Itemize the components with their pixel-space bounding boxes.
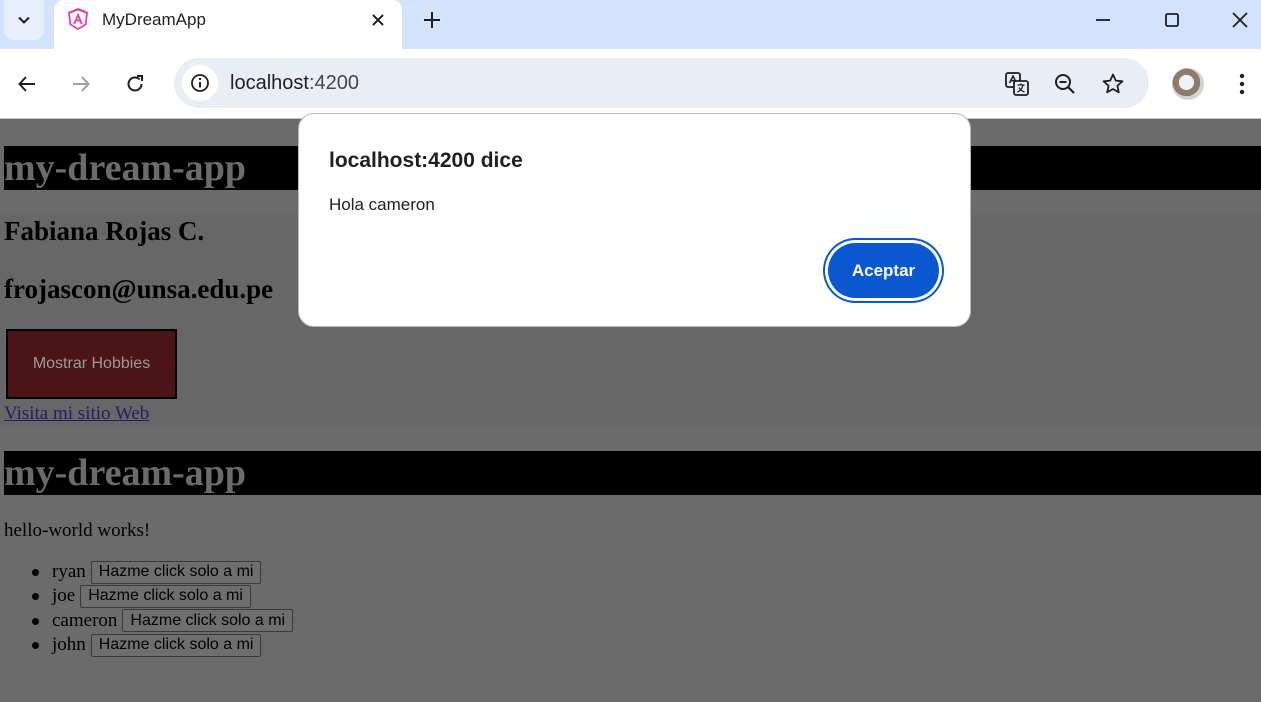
reload-icon [127, 75, 143, 92]
bookmark-button[interactable] [1099, 70, 1127, 98]
url-text: localhost:4200 [230, 72, 359, 94]
new-tab-button[interactable] [418, 6, 446, 34]
browser-menu-button[interactable] [1228, 67, 1256, 101]
accept-button[interactable]: Aceptar [828, 243, 939, 298]
bullet [32, 569, 39, 576]
click-me-button[interactable]: Hazme click solo a mi [122, 609, 294, 633]
translate-button[interactable] [1003, 70, 1031, 98]
name-heading: Fabiana Rojas C. [4, 216, 205, 246]
reload-button[interactable] [118, 67, 152, 101]
angular-logo-icon [68, 8, 88, 30]
item-name: ryan [52, 561, 86, 583]
names-list: ryan Hazme click solo a mi joe Hazme cli… [0, 560, 294, 657]
bullet [32, 617, 39, 625]
show-hobbies-button[interactable]: Mostrar Hobbies [6, 329, 177, 399]
window-close-button[interactable] [1217, 0, 1261, 40]
dialog-title: localhost:4200 dice [329, 149, 523, 172]
more-vertical-icon [1239, 73, 1245, 95]
tab-strip: MyDreamApp [0, 0, 1261, 49]
minimize-icon [1096, 19, 1110, 21]
item-name: joe [52, 585, 76, 607]
tab-title: MyDreamApp [102, 10, 206, 29]
list-item: john Hazme click solo a mi [0, 633, 293, 657]
item-name: john [52, 634, 86, 656]
arrow-right-icon [73, 76, 90, 92]
list-item: cameron Hazme click solo a mi [0, 609, 294, 633]
star-icon [1102, 73, 1124, 94]
plus-icon [424, 12, 440, 28]
email-heading: frojascon@unsa.edu.pe [4, 274, 274, 304]
address-bar[interactable]: localhost:4200 [174, 58, 1149, 108]
site-info-button[interactable] [182, 65, 218, 101]
zoom-button[interactable] [1051, 70, 1079, 98]
website-link[interactable]: Visita mi sitio Web [4, 403, 149, 425]
chevron-down-icon [18, 16, 30, 24]
minimize-button[interactable] [1080, 0, 1126, 40]
translate-icon [1005, 72, 1029, 96]
tab-close-button[interactable] [366, 8, 390, 32]
dialog-message: Hola cameron [329, 195, 435, 214]
hello-world-text: hello-world works! [4, 520, 151, 541]
arrow-left-icon [18, 76, 35, 92]
tab-search-button[interactable] [4, 0, 44, 40]
list-item: joe Hazme click solo a mi [0, 584, 293, 608]
bullet [32, 593, 39, 601]
close-icon [1232, 12, 1248, 28]
profile-avatar[interactable] [1172, 68, 1204, 100]
click-me-button[interactable]: Hazme click solo a mi [90, 633, 262, 657]
zoom-out-icon [1055, 74, 1075, 94]
info-icon [191, 74, 209, 92]
bullet [32, 641, 39, 649]
click-me-button[interactable]: Hazme click solo a mi [90, 560, 262, 584]
click-me-button[interactable]: Hazme click solo a mi [80, 584, 251, 608]
active-tab[interactable]: MyDreamApp [54, 0, 402, 49]
close-icon [372, 14, 384, 26]
maximize-button[interactable] [1149, 0, 1195, 40]
back-button[interactable] [10, 67, 44, 101]
list-item: ryan Hazme click solo a mi [0, 560, 293, 584]
forward-button[interactable] [64, 67, 98, 101]
alert-dialog: localhost:4200 dice Hola cameron Aceptar [298, 113, 971, 327]
browser-toolbar: localhost:4200 [0, 49, 1261, 119]
app-title-header-2: my-dream-app [4, 451, 1261, 495]
maximize-icon [1165, 13, 1179, 27]
item-name: cameron [52, 609, 118, 631]
